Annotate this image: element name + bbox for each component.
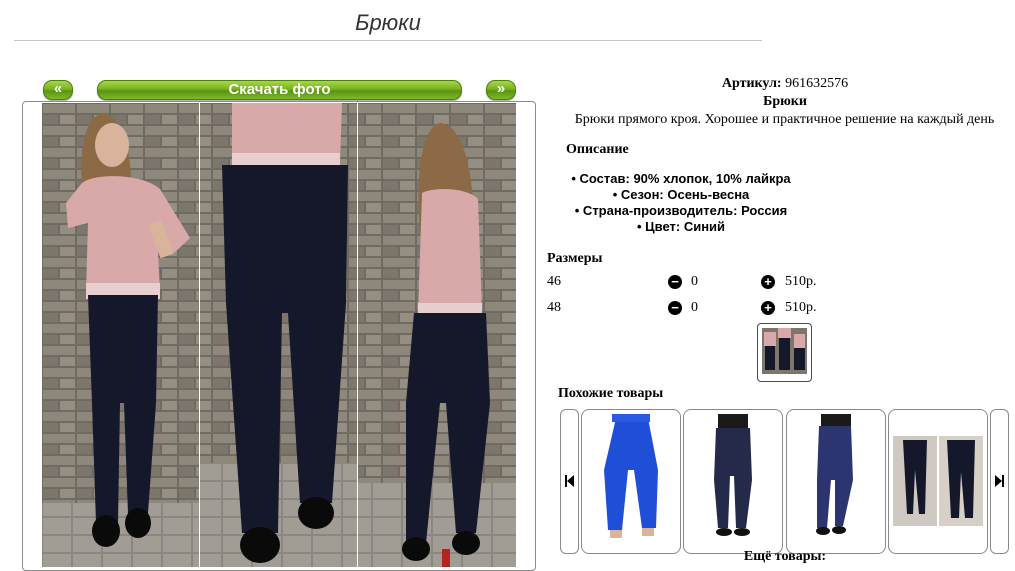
product-photo-image	[42, 103, 516, 567]
more-products-heading: Ещё товары:	[743, 549, 827, 564]
spec-season: • Сезон: Осень-весна	[612, 187, 750, 202]
increase-quantity-button[interactable]: +	[761, 275, 775, 289]
download-photo-button[interactable]: Скачать фото	[97, 80, 462, 100]
product-short-description: Брюки прямого кроя. Хорошее и практичное…	[574, 112, 995, 127]
quantity-value: 0	[691, 274, 698, 289]
increase-quantity-button[interactable]: +	[761, 301, 775, 315]
decrease-quantity-button[interactable]: −	[668, 275, 682, 289]
previous-photo-button[interactable]: «	[43, 80, 73, 100]
photo-thumbnail[interactable]	[757, 323, 812, 382]
price-value: 510р.	[785, 274, 817, 289]
quantity-value: 0	[691, 300, 698, 315]
product-photo[interactable]	[42, 103, 516, 567]
price-value: 510р.	[785, 300, 817, 315]
plus-icon: +	[764, 274, 772, 289]
description-heading: Описание	[566, 142, 629, 157]
sizes-heading: Размеры	[547, 251, 603, 266]
similar-product-image	[893, 436, 983, 526]
similar-heading: Похожие товары	[558, 386, 664, 401]
page-title: Брюки	[355, 10, 421, 35]
similar-product-card[interactable]	[786, 409, 886, 554]
product-name: Брюки	[763, 94, 807, 109]
article-value: 961632576	[785, 76, 849, 91]
thumbnail-image	[762, 328, 807, 374]
similar-product-image	[604, 414, 658, 538]
size-value: 46	[547, 274, 561, 289]
similar-product-card[interactable]	[888, 409, 988, 554]
plus-icon: +	[764, 300, 772, 315]
similar-product-image	[816, 414, 853, 535]
similar-prev-button[interactable]	[560, 409, 579, 554]
article-label: Артикул:	[721, 76, 782, 91]
minus-icon: −	[671, 274, 679, 289]
spec-country: • Страна-производитель: Россия	[574, 203, 788, 218]
size-value: 48	[547, 300, 561, 315]
minus-icon: −	[671, 300, 679, 315]
skip-forward-icon	[995, 475, 1004, 487]
similar-product-card[interactable]	[581, 409, 681, 554]
decrease-quantity-button[interactable]: −	[668, 301, 682, 315]
title-divider	[14, 40, 762, 41]
spec-color: • Цвет: Синий	[636, 219, 726, 234]
spec-composition: • Состав: 90% хлопок, 10% лайкра	[571, 171, 791, 186]
similar-next-button[interactable]	[990, 409, 1009, 554]
similar-product-image	[714, 414, 752, 536]
similar-product-card[interactable]	[683, 409, 783, 554]
next-photo-button[interactable]: »	[486, 80, 516, 100]
skip-back-icon	[565, 475, 574, 487]
